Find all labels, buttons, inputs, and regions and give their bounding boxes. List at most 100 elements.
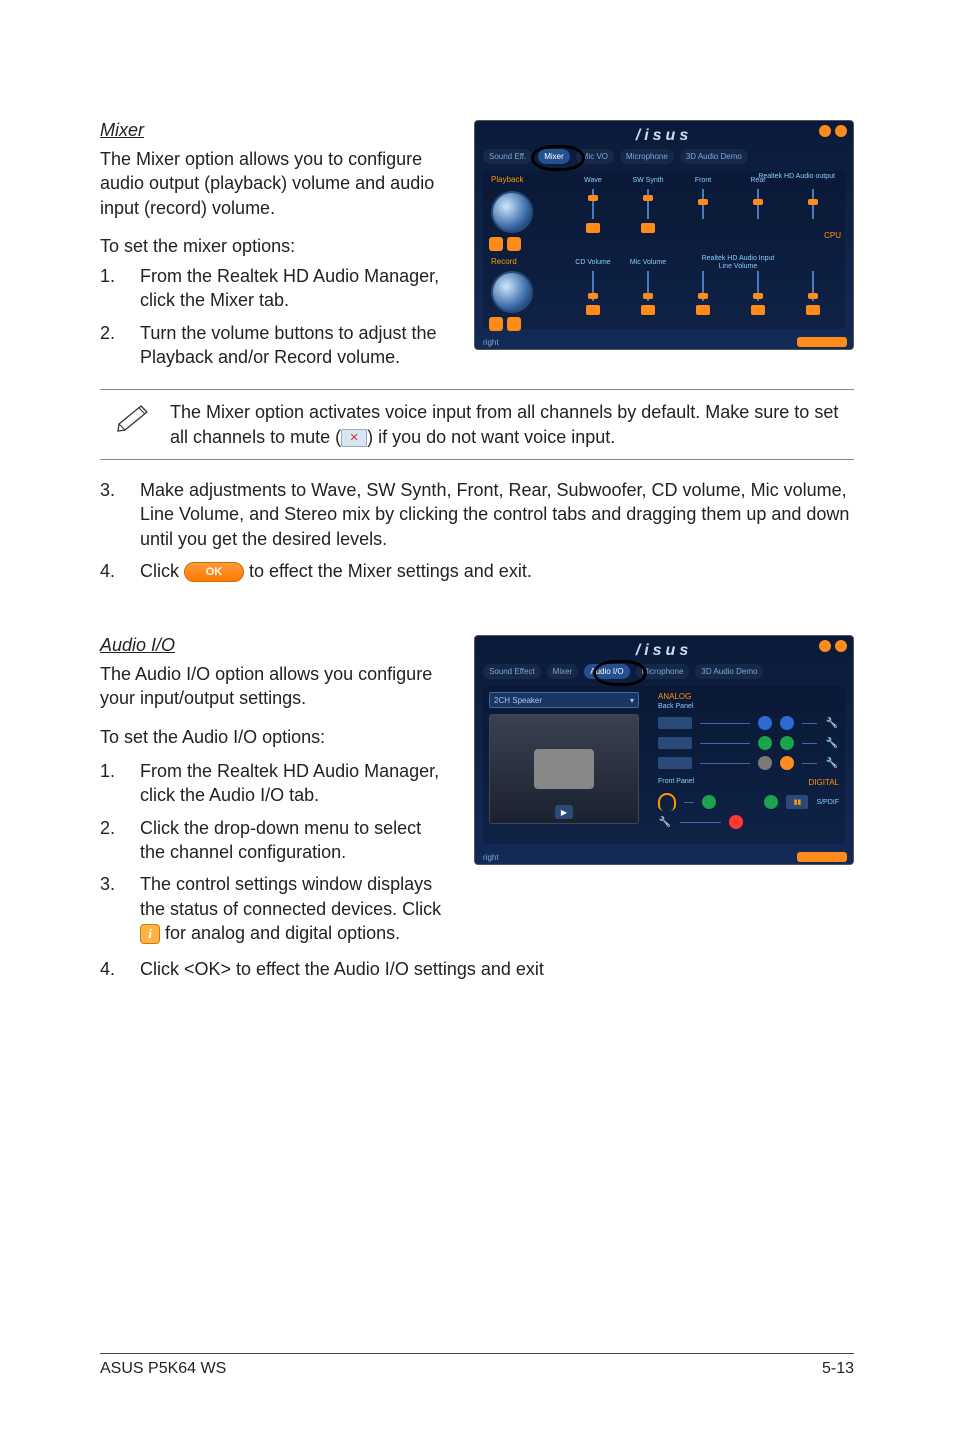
mixer-steps-3-4: 3.Make adjustments to Wave, SW Synth, Fr… [100, 478, 854, 583]
note-text-b: ) if you do not want voice input. [367, 427, 615, 447]
back-panel-label: Back Panel [658, 703, 839, 710]
mixer-content: Playback Realtek HD Audio output CPU Wav… [483, 171, 845, 329]
brand-logo: /isus [636, 642, 692, 660]
panel-footer-label: right [483, 338, 499, 347]
step-text: Click the drop-down menu to select the c… [140, 816, 440, 865]
mute-toggle-icon [641, 305, 655, 315]
jack-dot-icon [780, 736, 794, 750]
window-corner-buttons [819, 125, 847, 137]
record-volume-knob [491, 271, 533, 313]
audio-io-tab-highlight-ring [593, 660, 647, 686]
mute-toggle-icon [586, 305, 600, 315]
front-panel-label: Front Panel [658, 778, 694, 789]
step-number: 2. [100, 321, 140, 370]
playback-scroll-right-icon [507, 237, 521, 251]
col-mic: Mic Volume [628, 259, 668, 266]
io-left-column: 2CH Speaker▾ ▶ [489, 692, 649, 824]
jack-row: 🔧 [658, 736, 839, 750]
jack-dot-icon [758, 716, 772, 730]
jack-dot-icon [780, 716, 794, 730]
mixer-section: /isus Sound Eff. Mixer Mic VO Microphone… [100, 120, 854, 583]
digital-row: ▮▮ S/PDIF [658, 793, 839, 811]
wrench-icon: 🔧 [825, 736, 839, 750]
col-cd: CD Volume [573, 259, 613, 266]
record-label: Record [491, 257, 517, 266]
footer-left: ASUS P5K64 WS [100, 1360, 226, 1378]
col-swsynth: SW Synth [628, 177, 668, 184]
wrench-icon: 🔧 [825, 716, 839, 730]
info-icon: i [140, 924, 160, 944]
jack-dot-icon [780, 756, 794, 770]
step-text: From the Realtek HD Audio Manager, click… [140, 264, 440, 313]
spdif-chip-icon: ▮▮ [786, 795, 808, 809]
step4-a: Click [140, 561, 184, 581]
record-device-header-b: Line Volume [693, 263, 783, 270]
wrench-icon: 🔧 [825, 756, 839, 770]
headset-icon [658, 793, 676, 811]
tab-mixer: Mixer [547, 664, 579, 679]
panel-footer-label: right [483, 853, 499, 862]
playback-scroll-left-icon [489, 237, 503, 251]
step-number: 4. [100, 559, 140, 583]
step-text: The control settings window displays the… [140, 872, 454, 945]
step3-a: The control settings window displays the… [140, 874, 441, 918]
minimize-icon [819, 125, 831, 137]
cpu-badge: CPU [824, 231, 841, 240]
speaker-cone-icon [534, 749, 594, 789]
panel-ok-bar [797, 337, 847, 347]
spdif-label: S/PDIF [816, 799, 839, 806]
tab-sound-effect: Sound Effect [483, 664, 541, 679]
step-text: Make adjustments to Wave, SW Synth, Fron… [140, 478, 854, 551]
jack-slot-icon [658, 717, 692, 729]
step-number: 3. [100, 872, 140, 945]
note-text: The Mixer option activates voice input f… [170, 400, 854, 449]
wrench-icon: 🔧 [658, 815, 672, 829]
mixer-intro: The Mixer option allows you to configure… [100, 147, 480, 220]
close-icon [835, 640, 847, 652]
channel-dropdown: 2CH Speaker▾ [489, 692, 639, 708]
close-icon [835, 125, 847, 137]
step-text: Click OK to effect the Mixer settings an… [140, 559, 854, 583]
jack-slot-icon [658, 757, 692, 769]
record-scroll-left-icon [489, 317, 503, 331]
note-pencil-icon [100, 400, 170, 432]
mixer-note: The Mixer option activates voice input f… [100, 389, 854, 460]
step-text: From the Realtek HD Audio Manager, click… [140, 759, 440, 808]
chevron-down-icon: ▾ [630, 696, 634, 705]
col-wave: Wave [573, 177, 613, 184]
mute-toggle-icon [696, 305, 710, 315]
step-text: Click <OK> to effect the Audio I/O setti… [140, 957, 854, 981]
step-number: 2. [100, 816, 140, 865]
mute-toggle-icon [641, 223, 655, 233]
playback-volume-knob [491, 191, 533, 233]
playback-label: Playback [491, 175, 523, 184]
mute-toggle-icon [586, 223, 600, 233]
jack-row: 🔧 [658, 756, 839, 770]
digital-area: Front Panel DIGITAL ▮▮ S/PDIF 🔧 [658, 778, 839, 829]
mixer-tab-highlight-ring [531, 145, 585, 171]
step3-b: for analog and digital options. [160, 923, 400, 943]
footer-right: 5-13 [822, 1360, 854, 1378]
mute-toggle-icon [751, 305, 765, 315]
tab-microphone: Microphone [620, 149, 674, 164]
jack-dot-icon [729, 815, 743, 829]
jack-dot-icon [702, 795, 716, 809]
step-text: Turn the volume buttons to adjust the Pl… [140, 321, 440, 370]
col-front: Front [683, 177, 723, 184]
page-footer: ASUS P5K64 WS 5-13 [100, 1353, 854, 1378]
digital-label: DIGITAL [808, 778, 839, 787]
mixer-to-set: To set the mixer options: [100, 234, 480, 258]
window-corner-buttons [819, 640, 847, 652]
jack-row: 🔧 [658, 716, 839, 730]
audio-io-panel-screenshot: /isus Sound Effect Mixer Audio I/O Micro… [474, 635, 854, 865]
step4-b: to effect the Mixer settings and exit. [244, 561, 532, 581]
jack-dot-icon [758, 756, 772, 770]
audio-io-step-4: 4.Click <OK> to effect the Audio I/O set… [100, 957, 854, 981]
digital-row: 🔧 [658, 815, 839, 829]
ok-button-icon: OK [184, 562, 244, 582]
tab-3d-audio: 3D Audio Demo [695, 664, 763, 679]
audio-io-intro: The Audio I/O option allows you configur… [100, 662, 480, 711]
audio-io-section: /isus Sound Effect Mixer Audio I/O Micro… [100, 635, 854, 981]
col-rear: Rear [738, 177, 778, 184]
tab-3d-audio: 3D Audio Demo [680, 149, 748, 164]
